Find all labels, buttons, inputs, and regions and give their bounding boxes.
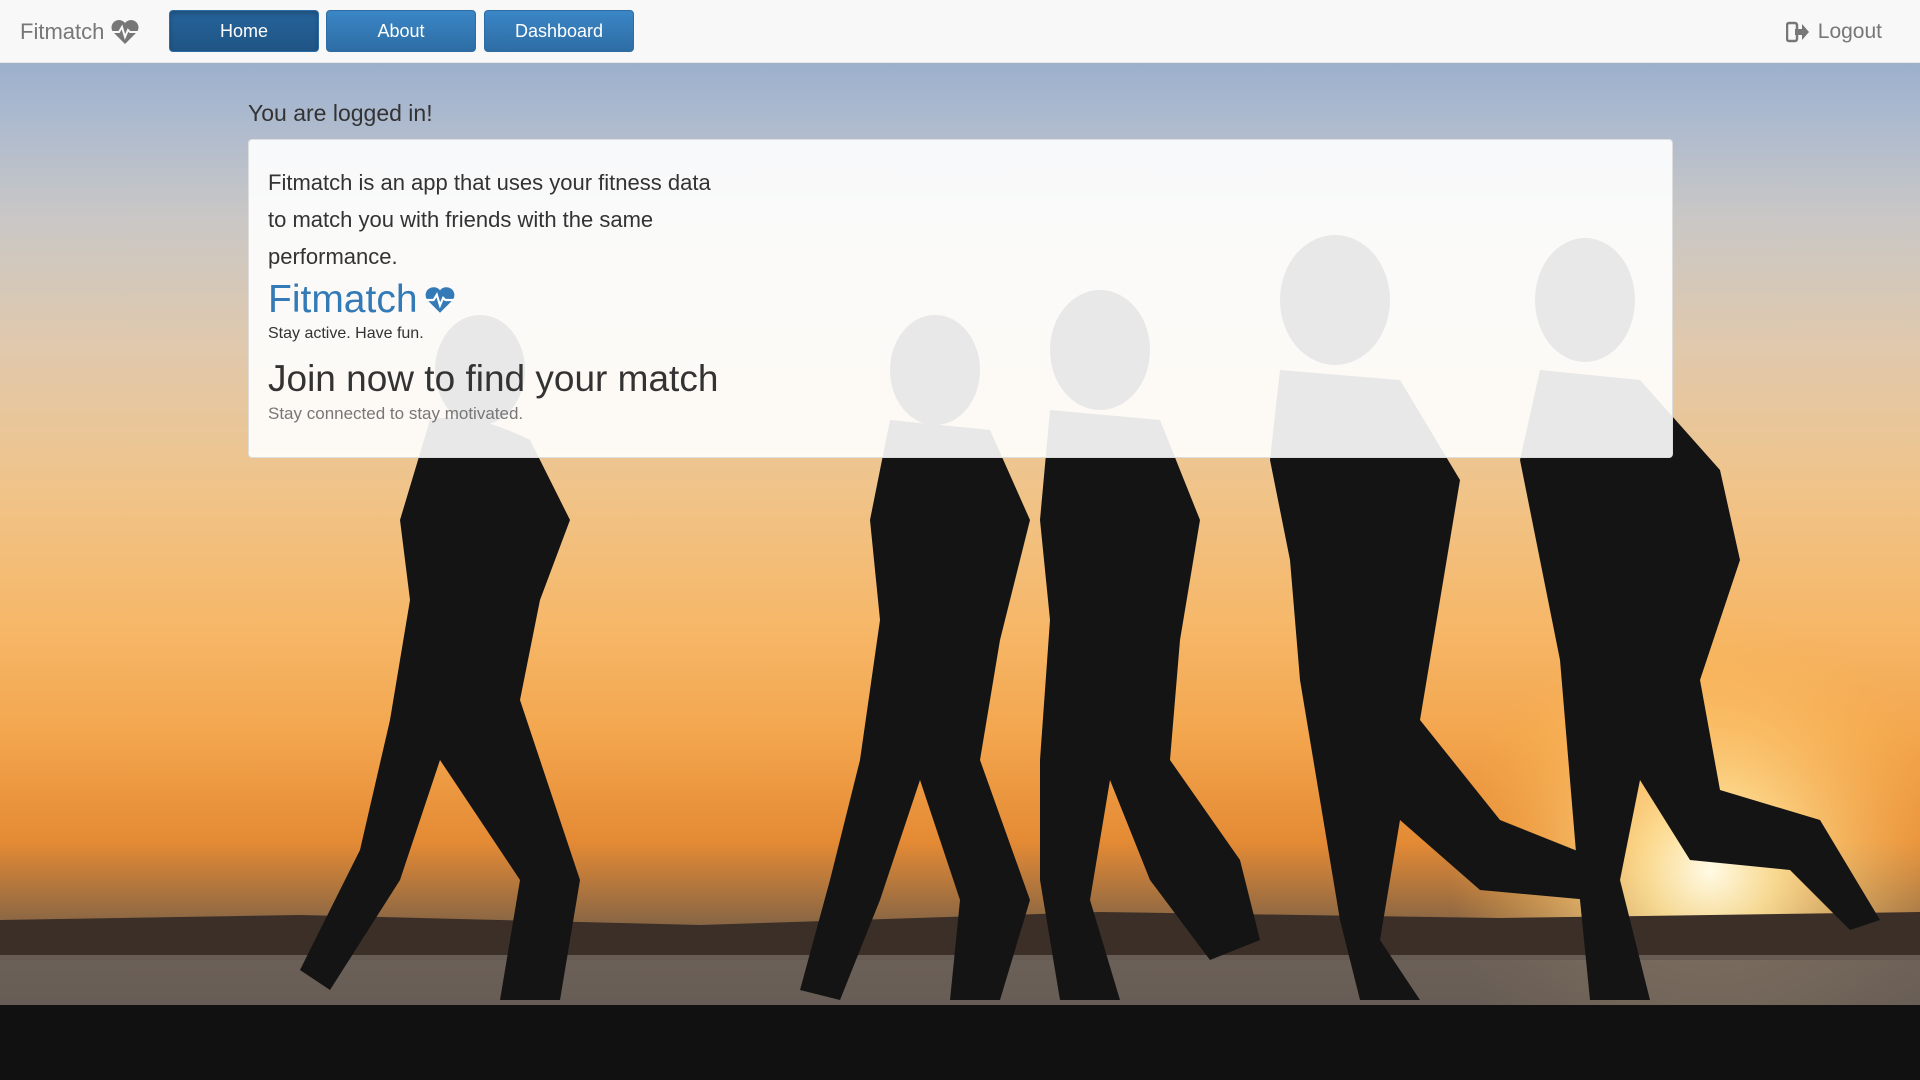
- login-status-text: You are logged in!: [248, 100, 433, 126]
- intro-text: Fitmatch is an app that uses your fitnes…: [268, 170, 711, 269]
- page: Fitmatch Home About Dashboard Logout You…: [0, 0, 1920, 1080]
- jumbotron-panel: Fitmatch is an app that uses your fitnes…: [248, 139, 1673, 458]
- brand-name: Fitmatch: [20, 18, 105, 44]
- about-button[interactable]: About: [326, 10, 476, 52]
- heartbeat-icon: [424, 286, 456, 314]
- heartbeat-icon: [110, 19, 140, 45]
- dashboard-button[interactable]: Dashboard: [484, 10, 634, 52]
- app-title: Fitmatch: [268, 278, 456, 322]
- brand-link[interactable]: Fitmatch: [20, 0, 140, 63]
- logout-link[interactable]: Logout: [1785, 0, 1882, 63]
- sign-out-icon: [1785, 21, 1810, 43]
- app-title-text: Fitmatch: [268, 278, 418, 321]
- navbar: Fitmatch Home About Dashboard Logout: [0, 0, 1920, 63]
- join-heading: Join now to find your match: [268, 358, 719, 399]
- home-button[interactable]: Home: [169, 10, 319, 52]
- logout-label: Logout: [1817, 19, 1882, 43]
- join-subtext: Stay connected to stay motivated.: [268, 404, 524, 423]
- tagline: Stay active. Have fun.: [268, 325, 424, 342]
